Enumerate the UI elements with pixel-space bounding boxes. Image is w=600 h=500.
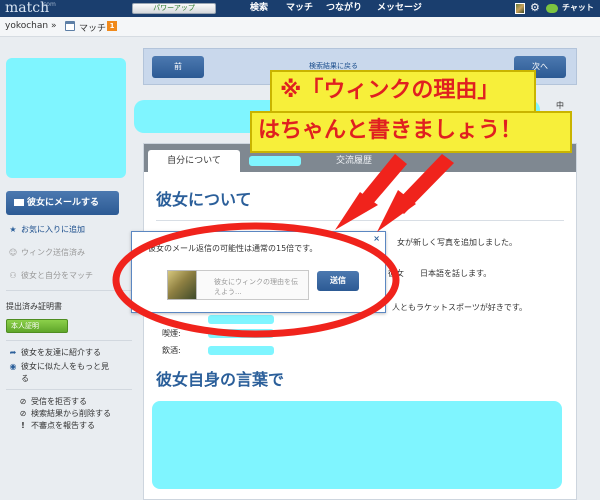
username-link[interactable]: yokochan » xyxy=(5,21,56,31)
star-icon: ★ xyxy=(9,225,17,234)
logo-suffix: com xyxy=(43,1,56,8)
wink-reason-popup: × 彼女のメール返信の可能性は通常の15倍です。 彼女にウィンクの理由を伝えよう… xyxy=(131,231,386,313)
tab-history[interactable]: 交流履歴 xyxy=(314,150,394,172)
profile-sidebar: 彼女にメールする ★ お気に入りに追加 ☺ ウィンク送信済み ⚇ 彼女と自分をマッチ … xyxy=(0,38,140,500)
divider xyxy=(156,220,564,221)
calendar-icon xyxy=(65,21,75,31)
remove-icon: ⊘ xyxy=(19,409,27,418)
smoking-value-redacted xyxy=(208,329,274,338)
prev-button[interactable]: 前 xyxy=(152,56,204,78)
about-heading: 彼女について xyxy=(156,190,252,209)
remove-label: 検索結果から削除する xyxy=(31,409,111,418)
block-icon: ⊘ xyxy=(19,397,27,406)
self-description-redacted xyxy=(152,401,562,489)
divider xyxy=(6,340,132,341)
drinking-value-redacted xyxy=(208,346,274,355)
annotation-text-1: ※「ウィンクの理由」 xyxy=(280,78,500,103)
sports-line: 人ともラケットスポーツが好きです。 xyxy=(392,303,528,312)
online-status-fragment: 中 xyxy=(556,101,564,110)
top-nav-bar: match com パワーアップ 検索 マッチ つながり メッセージ ⚙ チャッ… xyxy=(0,0,600,17)
identity-cert-badge[interactable]: 本人証明 xyxy=(6,319,68,333)
add-favorite-link[interactable]: ★ お気に入りに追加 xyxy=(8,224,85,236)
nav-connections[interactable]: つながり xyxy=(326,2,362,14)
nav-search[interactable]: 検索 xyxy=(250,2,268,14)
find-similar-link[interactable]: ◉ 彼女に似た人をもっと見 xyxy=(8,361,110,373)
upgrade-button[interactable]: パワーアップ xyxy=(132,3,216,14)
exclamation-icon: ! xyxy=(21,421,25,430)
profile-photo-redacted[interactable] xyxy=(6,58,126,178)
chat-link[interactable]: チャット xyxy=(562,2,594,14)
tab-about-self[interactable]: 自分について xyxy=(148,150,240,172)
reply-likelihood-text: 彼女のメール返信の可能性は通常の15倍です。 xyxy=(148,244,318,253)
remove-from-results-link[interactable]: ⊘ 検索結果から削除する xyxy=(18,408,111,420)
new-photo-line: 女が新しく写真を追加しました。 xyxy=(397,238,517,247)
self-words-heading: 彼女自身の言葉で xyxy=(156,370,285,389)
block-link[interactable]: ⊘ 受信を拒否する xyxy=(18,396,87,408)
match-with-me-item[interactable]: ⚇ 彼女と自分をマッチ xyxy=(8,270,93,282)
nav-messages[interactable]: メッセージ xyxy=(377,2,422,14)
certificates-title: 提出済み証明書 xyxy=(6,302,62,311)
user-subbar: yokochan » マッチ 1 xyxy=(0,17,600,37)
find-similar-label-cont[interactable]: る xyxy=(21,373,29,385)
chat-bubble-icon[interactable] xyxy=(546,4,558,13)
people-icon: ⚇ xyxy=(9,271,17,280)
redacted-value xyxy=(208,315,274,324)
match-link[interactable]: マッチ xyxy=(79,21,106,34)
send-mail-label: 彼女にメールする xyxy=(27,198,100,208)
drinking-label: 飲酒: xyxy=(162,346,181,355)
divider xyxy=(6,290,132,291)
envelope-icon xyxy=(14,199,24,206)
match-with-me-label: 彼女と自分をマッチ xyxy=(21,271,93,280)
user-thumbnail xyxy=(167,270,197,300)
match-count-badge: 1 xyxy=(107,21,117,31)
smoking-label: 喫煙: xyxy=(162,329,181,338)
add-favorite-label: お気に入りに追加 xyxy=(21,225,85,234)
annotation-text-2: はちゃんと書きましょう！ xyxy=(258,118,523,143)
introduce-friend-label: 彼女を友達に紹介する xyxy=(21,348,101,357)
send-wink-button[interactable]: 送信 xyxy=(317,271,359,291)
share-arrow-icon: ➦ xyxy=(9,348,17,357)
gear-icon[interactable]: ⚙ xyxy=(530,1,540,15)
close-icon[interactable]: × xyxy=(373,234,380,243)
report-label: 不審点を報告する xyxy=(31,421,95,430)
wink-sent-item: ☺ ウィンク送信済み xyxy=(8,247,85,259)
wink-icon: ☺ xyxy=(8,248,18,257)
tab-redacted[interactable] xyxy=(249,156,301,166)
language-line-b: 日本語を話します。 xyxy=(420,269,492,278)
nav-match[interactable]: マッチ xyxy=(286,2,313,14)
language-line-a: 彼女 xyxy=(388,269,404,278)
profile-content-card: 自分について 交流履歴 彼女について 女が新しく写真を追加しました。 彼女 日本… xyxy=(143,143,577,500)
send-mail-button[interactable]: 彼女にメールする xyxy=(6,191,119,215)
introduce-friend-link[interactable]: ➦ 彼女を友達に紹介する xyxy=(8,347,101,359)
similar-icon: ◉ xyxy=(9,362,17,371)
divider xyxy=(6,389,132,390)
user-avatar-icon[interactable] xyxy=(515,3,525,14)
block-label: 受信を拒否する xyxy=(31,397,87,406)
wink-sent-label: ウィンク送信済み xyxy=(21,248,85,257)
find-similar-label: 彼女に似た人をもっと見 xyxy=(21,362,109,371)
report-link[interactable]: ! 不審点を報告する xyxy=(18,420,95,432)
